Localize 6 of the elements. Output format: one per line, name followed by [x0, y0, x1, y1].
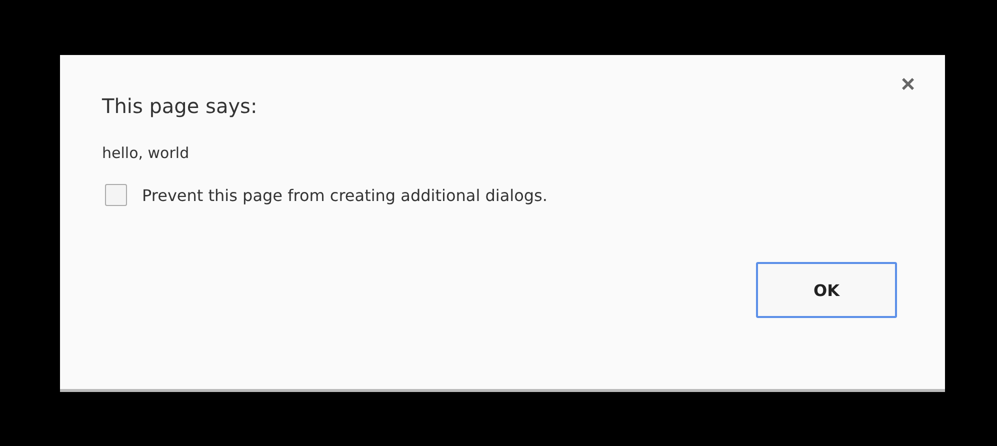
dialog-message: hello, world: [102, 144, 190, 162]
checkbox-label[interactable]: Prevent this page from creating additional dialogs.: [142, 186, 548, 204]
close-button[interactable]: ×: [900, 73, 915, 97]
checkbox[interactable]: [105, 184, 127, 206]
dialog-title: This page says:: [102, 94, 258, 118]
ok-button[interactable]: OK: [756, 262, 897, 318]
